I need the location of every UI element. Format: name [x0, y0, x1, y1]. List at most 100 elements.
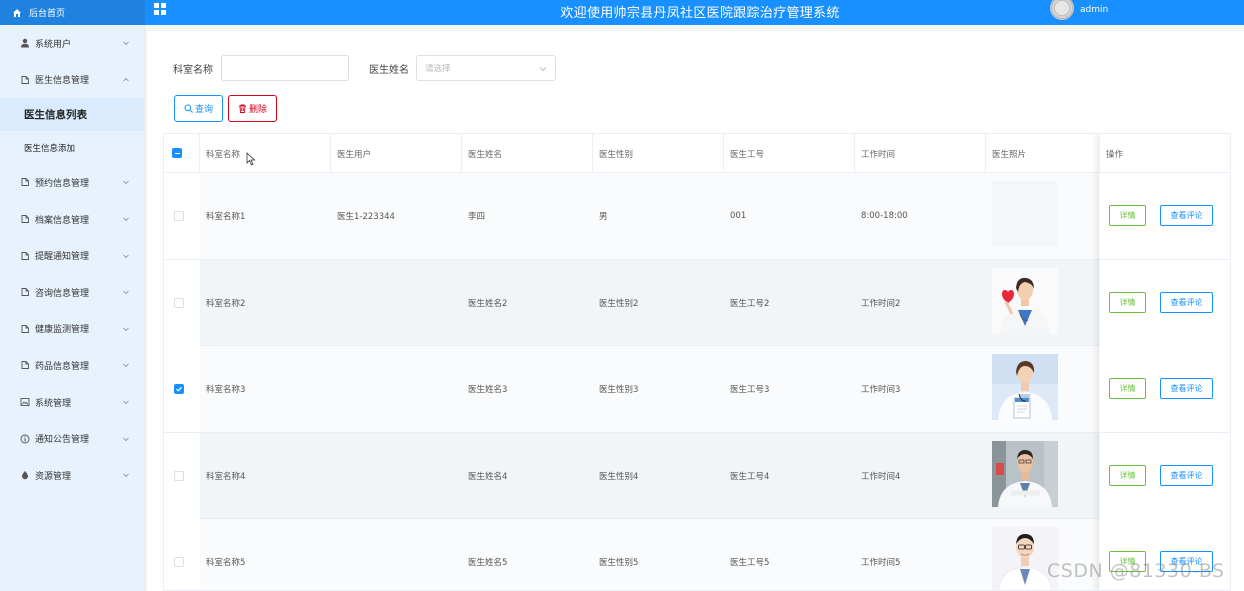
column-header-user[interactable]: 医生用户 [331, 134, 462, 173]
sidebar-item-9[interactable]: 通知公告管理 [0, 420, 144, 457]
number-cell: 001 [730, 211, 747, 221]
sidebar-item-label: 通知公告管理 [35, 435, 90, 446]
main-top-strip [145, 25, 1244, 31]
sidebar-item-label: 资源管理 [35, 471, 72, 482]
doctor-photo [992, 440, 1058, 507]
column-header-time[interactable]: 工作时间 [855, 134, 986, 173]
clipboard-icon [19, 214, 30, 225]
gender-cell: 医生性别3 [599, 385, 639, 395]
user-cell: 医生1-223344 [337, 212, 395, 222]
chevron-down-icon [122, 398, 130, 406]
row-checkbox[interactable] [174, 297, 184, 308]
row-checkbox[interactable] [174, 470, 184, 481]
chevron-down-icon [122, 361, 130, 369]
clipboard-icon [19, 177, 30, 188]
sidebar-item-0[interactable]: 系统用户 [0, 25, 144, 62]
header-checkbox-cell [164, 134, 200, 173]
delete-button[interactable]: 删除 [228, 95, 277, 122]
time-cell: 工作时间2 [861, 298, 901, 309]
name-cell: 医生姓名4 [468, 471, 508, 482]
time-cell: 工作时间5 [861, 558, 901, 568]
select-all-checkbox[interactable] [172, 148, 182, 158]
sidebar: 系统用户医生信息管理医生信息列表 医生信息添加 预约信息管理档案信息管理 提醒通知管理… [0, 25, 148, 591]
dept-cell: 科室名称5 [206, 558, 246, 568]
chevron-down-icon [122, 178, 130, 186]
dept-cell: 科室名称3 [206, 385, 246, 395]
column-header-name[interactable]: 医生姓名 [462, 134, 593, 173]
gender-cell: 医生性别4 [599, 471, 639, 482]
sidebar-item-5[interactable]: 咨询信息管理 [0, 274, 144, 311]
doctor-photo [992, 267, 1058, 334]
chevron-down-icon [539, 67, 547, 72]
drop-icon [19, 470, 30, 481]
mouse-cursor-icon [246, 152, 256, 166]
sidebar-item-10[interactable]: 资源管理 [0, 457, 144, 494]
sidebar-subitem-1[interactable]: 医生信息添加 [0, 131, 144, 164]
sidebar-item-label: 系统管理 [35, 398, 72, 409]
sidebar-item-2[interactable]: 预约信息管理 [0, 164, 144, 201]
column-header-number[interactable]: 医生工号 [724, 134, 855, 173]
trash-icon [238, 104, 246, 113]
doctor-select-placeholder: 请选择 [425, 64, 451, 74]
clipboard-icon [19, 287, 30, 298]
table-row[interactable]: 科室名称3 医生姓名3 医生性别3 医生工号3 工作时间3 详情 查看评论 [164, 346, 1230, 433]
column-header-gender[interactable]: 医生性别 [593, 134, 724, 173]
name-cell: 李四 [468, 212, 486, 222]
sidebar-item-label: 医生信息管理 [35, 76, 90, 87]
sidebar-item-7[interactable]: 药品信息管理 [0, 347, 144, 384]
table-row[interactable]: 科室名称4 医生姓名4 医生性别4 医生工号4 工作时间4 详情 查看评论 [164, 432, 1230, 519]
time-cell: 8:00-18:00 [861, 211, 908, 221]
user-icon [19, 38, 30, 49]
doctor-name-select[interactable]: 请选择 [416, 55, 556, 81]
row-checkbox-cell [164, 519, 200, 590]
query-button[interactable]: 查询 [174, 95, 223, 122]
sidebar-item-label: 提醒通知管理 [35, 252, 90, 263]
delete-label: 删除 [248, 105, 267, 115]
sidebar-item-label: 系统用户 [35, 39, 72, 50]
column-header-dept[interactable]: 科室名称 [200, 134, 331, 173]
chevron-down-icon [122, 215, 130, 223]
name-cell: 医生姓名3 [468, 385, 508, 395]
table-row[interactable]: 科室名称1 医生1-223344 李四男 001 8:00-18:00 详情 查看评论 [164, 173, 1230, 260]
dept-filter-input[interactable] [221, 55, 349, 81]
sidebar-item-1[interactable]: 医生信息管理 [0, 62, 144, 99]
sidebar-item-label: 健康监测管理 [35, 325, 90, 336]
sidebar-item-label: 咨询信息管理 [35, 288, 90, 299]
sidebar-item-6[interactable]: 健康监测管理 [0, 311, 144, 348]
clipboard-icon [19, 74, 30, 85]
table-row[interactable]: 科室名称2 医生姓名2 医生性别2 医生工号2 工作时间2 详情 查看评论 [164, 259, 1230, 346]
sidebar-shadow [144, 25, 148, 591]
chevron-up-icon [122, 76, 130, 84]
row-checkbox[interactable] [174, 557, 184, 567]
time-cell: 工作时间4 [861, 471, 901, 482]
chevron-down-icon [122, 471, 130, 479]
sidebar-item-3[interactable]: 档案信息管理 [0, 201, 144, 238]
chevron-down-icon [122, 435, 130, 443]
chevron-down-icon [122, 325, 130, 333]
check-icon [176, 386, 182, 392]
username[interactable]: admin [1080, 5, 1108, 15]
number-cell: 医生工号5 [730, 558, 770, 568]
info-icon [19, 433, 30, 444]
dept-cell: 科室名称1 [206, 212, 246, 222]
column-header-photo[interactable]: 医生照片 [986, 134, 1100, 173]
dept-filter-label: 科室名称 [173, 65, 213, 76]
sidebar-item-label: 药品信息管理 [35, 361, 90, 372]
user-cell [331, 260, 462, 346]
user-cell [331, 346, 462, 432]
chevron-down-icon [122, 252, 130, 260]
sidebar-item-8[interactable]: 系统管理 [0, 384, 144, 421]
sidebar-subitem-0[interactable]: 医生信息列表 [0, 98, 144, 132]
sidebar-item-label: 档案信息管理 [35, 215, 90, 226]
sidebar-item-4[interactable]: 提醒通知管理 [0, 237, 144, 274]
picture-icon [19, 397, 30, 408]
doctor-photo [992, 354, 1058, 420]
clipboard-icon [19, 360, 30, 371]
gender-cell: 医生性别5 [599, 558, 639, 568]
row-checkbox[interactable] [174, 211, 184, 221]
row-checkbox[interactable] [174, 384, 184, 394]
dept-cell: 科室名称4 [206, 471, 246, 482]
number-cell: 医生工号3 [730, 385, 770, 395]
doctor-table: 科室名称 医生用户 医生姓名 医生性别 医生工号 工作时间 医生照片 操作 科室… [163, 133, 1231, 591]
number-cell: 医生工号4 [730, 471, 770, 482]
